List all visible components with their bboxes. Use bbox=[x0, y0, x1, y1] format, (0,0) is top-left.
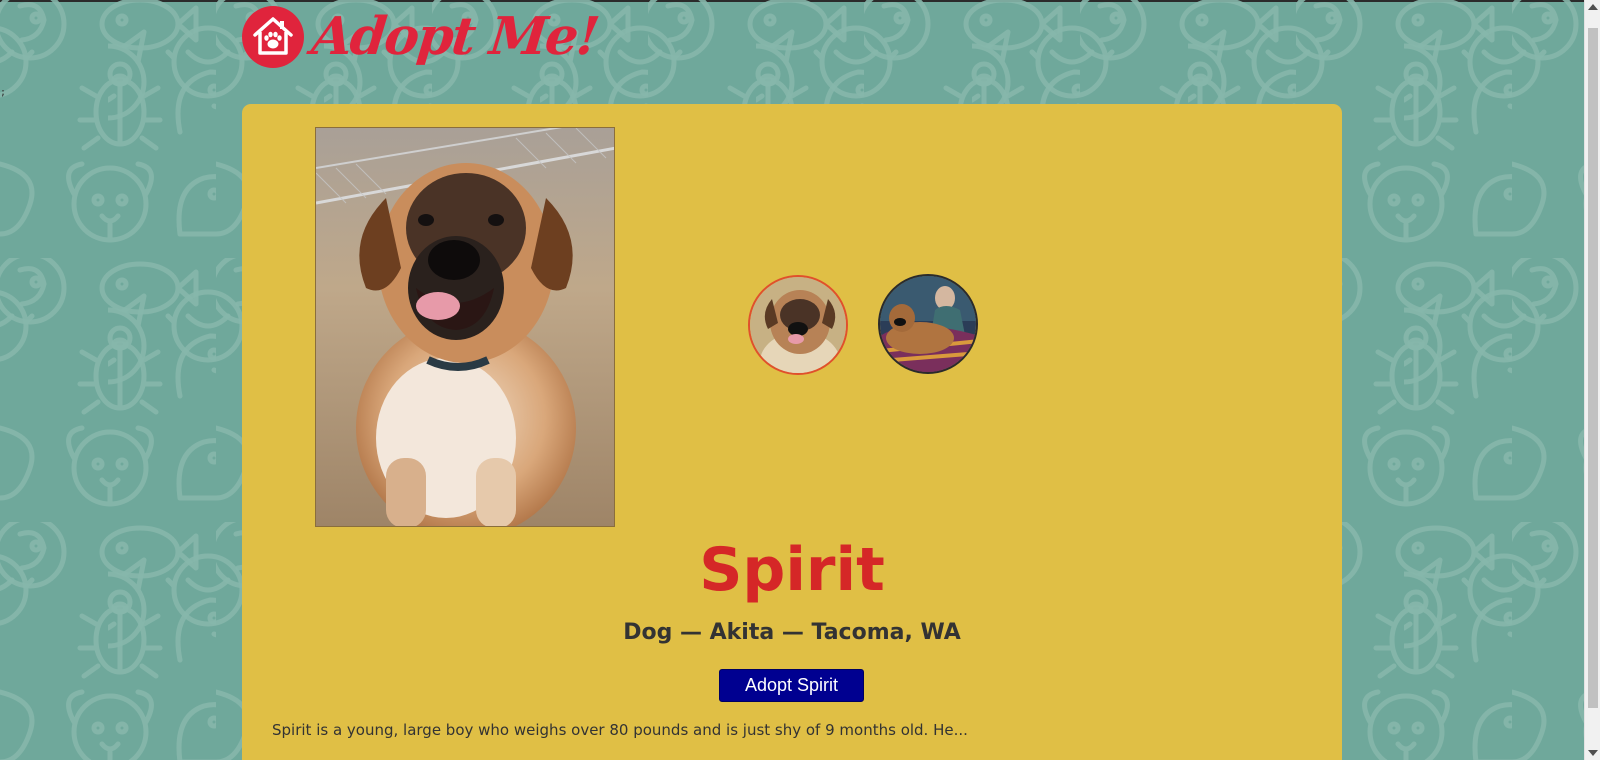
adopt-button[interactable]: Adopt Spirit bbox=[719, 669, 864, 702]
pet-thumbnail-2[interactable] bbox=[878, 274, 978, 374]
scrollbar-thumb[interactable] bbox=[1588, 28, 1598, 708]
pet-name-heading: Spirit bbox=[699, 535, 885, 605]
pet-meta-subtitle: Dog — Akita — Tacoma, WA bbox=[623, 620, 961, 645]
brand-title[interactable]: Adopt Me! bbox=[309, 6, 601, 67]
stray-character: ; bbox=[0, 87, 7, 98]
scroll-down-icon[interactable] bbox=[1588, 750, 1598, 756]
pet-description: Spirit is a young, large boy who weighs … bbox=[272, 721, 968, 739]
pet-hero-photo bbox=[315, 127, 615, 527]
scroll-up-icon[interactable] bbox=[1588, 4, 1598, 10]
pet-details-card: Spirit Dog — Akita — Tacoma, WA Adopt Sp… bbox=[242, 104, 1342, 760]
site-header: Adopt Me! bbox=[242, 6, 601, 68]
vertical-scrollbar[interactable] bbox=[1584, 0, 1600, 760]
house-paw-icon[interactable] bbox=[242, 6, 304, 68]
pet-thumbnail-1[interactable] bbox=[748, 275, 848, 375]
